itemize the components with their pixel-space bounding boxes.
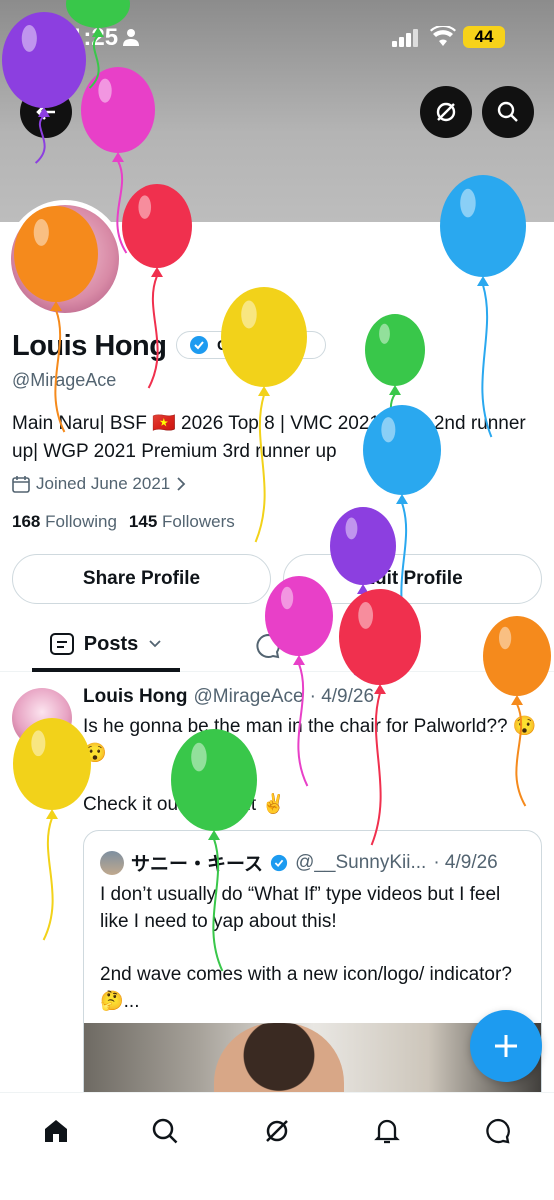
tab-replies[interactable]	[254, 632, 282, 660]
posts-icon	[49, 633, 74, 655]
profile-name: Louis Hong	[12, 330, 167, 362]
tweet-author-name[interactable]: Louis Hong	[83, 686, 187, 708]
joined-date[interactable]: Joined June 2021	[12, 474, 186, 494]
chevron-down-icon	[149, 640, 161, 648]
status-bar: 1:25 44	[0, 0, 554, 70]
grok-button[interactable]	[420, 86, 472, 138]
get-verified-label: Get verified	[217, 336, 300, 354]
chevron-right-icon	[177, 477, 186, 491]
grok-icon	[266, 1120, 288, 1142]
plus-icon	[495, 1035, 517, 1057]
tab-posts-label: Posts	[83, 632, 139, 655]
following-label: Following	[45, 512, 117, 531]
search-button[interactable]	[482, 86, 534, 138]
balloon-knot	[396, 494, 408, 504]
profile-avatar[interactable]	[6, 200, 124, 318]
followers-link[interactable]: 145 Followers	[129, 512, 235, 532]
following-count: 168	[12, 512, 41, 531]
balloon-highlight	[379, 323, 390, 344]
balloon-highlight	[241, 300, 257, 329]
search-icon	[497, 101, 518, 122]
home-icon	[45, 1120, 67, 1142]
quote-header: サニー・キース @__SunnyKii... · 4/9/26	[100, 849, 498, 876]
nav-notifications[interactable]	[367, 1111, 407, 1151]
grok-icon	[436, 102, 456, 122]
quote-author-handle: @__SunnyKii...	[295, 851, 427, 873]
compose-post-button[interactable]	[470, 1010, 542, 1082]
edit-profile-button[interactable]: Edit Profile	[283, 554, 542, 604]
get-verified-button[interactable]: Get verified	[176, 331, 326, 359]
quote-text: I don’t usually do “What If” type videos…	[100, 884, 501, 932]
profile-handle: @MirageAce	[12, 370, 117, 390]
balloon-knot	[477, 276, 489, 286]
balloon-knot	[389, 385, 401, 395]
tab-posts[interactable]: Posts	[32, 620, 180, 672]
balloon-knot	[46, 809, 58, 819]
nav-home[interactable]	[36, 1111, 76, 1151]
balloon-knot	[374, 684, 386, 694]
battery-indicator: 44	[463, 26, 505, 48]
profile-tabs: Posts	[0, 620, 554, 672]
following-link[interactable]: 168 Following	[12, 512, 117, 532]
tweet-author-handle: @MirageAce	[193, 686, 304, 707]
balloon-knot	[258, 386, 270, 396]
verified-icon	[190, 336, 208, 354]
balloon-string	[42, 817, 54, 941]
status-time: 1:25	[70, 24, 119, 51]
nav-grok[interactable]	[257, 1111, 297, 1151]
balloon-highlight	[345, 517, 358, 540]
nav-messages[interactable]	[478, 1111, 518, 1151]
calendar-icon	[12, 476, 30, 493]
quote-date: · 4/9/26	[433, 851, 498, 873]
followers-label: Followers	[162, 512, 235, 531]
person-icon	[123, 29, 139, 46]
back-icon	[36, 104, 55, 120]
tweet-text: Is he gonna be the man in the chair for …	[83, 716, 537, 764]
balloon-knot	[151, 267, 163, 277]
tweet-avatar[interactable]	[12, 688, 72, 748]
wifi-icon	[430, 26, 456, 46]
follow-counts: 168 Following 145 Followers	[12, 512, 235, 532]
profile-bio: Main Naru| BSF 🇻🇳 2026 Top 8 | VMC 2021-…	[12, 413, 526, 462]
quoted-tweet[interactable]: サニー・キース @__SunnyKii... · 4/9/26 I don’t …	[83, 830, 542, 1130]
search-icon	[152, 1118, 178, 1144]
tweet-text-second: Check it out, find out ✌️	[83, 794, 286, 815]
joined-label: Joined June 2021	[36, 474, 171, 493]
balloon	[365, 314, 425, 386]
quote-avatar	[100, 850, 124, 875]
verified-icon	[270, 854, 288, 871]
balloon-knot	[511, 695, 523, 705]
tweet-header: Louis Hong @MirageAce · 4/9/26	[83, 686, 374, 708]
tweet-date: · 4/9/26	[309, 686, 375, 707]
bottom-nav	[0, 1092, 554, 1200]
back-button[interactable]	[20, 86, 72, 138]
signal-icon	[392, 29, 418, 47]
messages-icon	[486, 1118, 510, 1144]
quote-author-name: サニー・キース	[131, 854, 264, 875]
nav-search[interactable]	[145, 1111, 185, 1151]
share-profile-button[interactable]: Share Profile	[12, 554, 271, 604]
followers-count: 145	[128, 512, 158, 531]
bell-icon	[374, 1119, 400, 1144]
quote-text-second: 2nd wave comes with a new icon/logo/ ind…	[100, 964, 512, 1012]
